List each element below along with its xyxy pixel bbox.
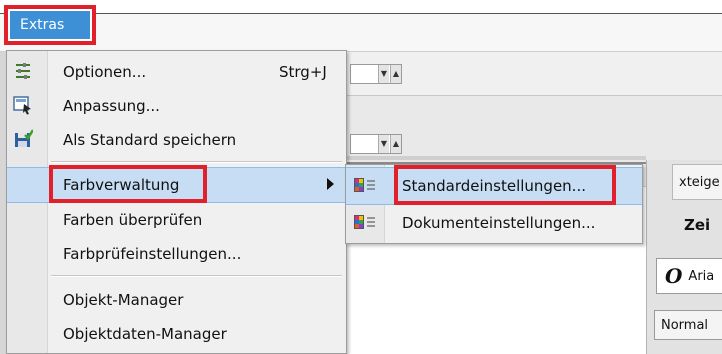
menubar — [0, 14, 722, 52]
menu-item-label: Objekt-Manager — [63, 291, 184, 309]
extras-dropdown-menu: Optionen... Strg+J Anpassung... Als Stan… — [6, 50, 347, 354]
spin-down-icon[interactable]: ▼ — [378, 65, 389, 83]
spin-up-icon[interactable]: ▲ — [390, 135, 401, 153]
menu-item-label: Farbprüfeinstellungen... — [63, 245, 242, 263]
spin-up-icon[interactable]: ▲ — [390, 65, 401, 83]
options-icon — [16, 63, 30, 79]
spin-down-icon[interactable]: ▼ — [378, 135, 389, 153]
customize-icon — [13, 96, 31, 115]
menu-item-label: Farben überprüfen — [63, 211, 203, 229]
menu-item-farben-ueberpruefen[interactable]: Farben überprüfen — [7, 203, 346, 237]
menu-item-label: Objektdaten-Manager — [63, 325, 227, 343]
extras-menu-button[interactable]: Extras — [4, 5, 96, 45]
color-settings-icon — [354, 215, 375, 229]
font-name: Aria — [688, 268, 715, 284]
menu-item-optionen[interactable]: Optionen... Strg+J — [7, 55, 346, 89]
window-top-strip — [0, 0, 722, 14]
menu-item-label: Anpassung... — [63, 97, 160, 115]
menu-item-objektdaten-manager[interactable]: Objektdaten-Manager — [7, 317, 346, 351]
menu-item-anpassung[interactable]: Anpassung... — [7, 89, 346, 123]
background-divider — [346, 156, 646, 160]
menu-item-label: Als Standard speichern — [63, 131, 237, 149]
spin-field-1[interactable]: ▼ ▲ — [350, 64, 402, 84]
annotation-highlight-box — [49, 165, 207, 203]
docker-heading: Zei — [684, 216, 711, 234]
background-toolbar: ▼ ▲ — [346, 52, 722, 96]
submenu-item-label: Dokumenteinstellungen... — [402, 214, 596, 232]
menu-item-objekt-manager[interactable]: Objekt-Manager — [7, 283, 346, 317]
menu-item-label: Optionen... — [63, 63, 147, 81]
docker-tab[interactable]: xteige — [672, 164, 722, 200]
annotation-highlight-box — [394, 165, 616, 205]
menu-item-farbpruefeinstellungen[interactable]: Farbprüfeinstellungen... — [7, 237, 346, 271]
font-style-value: Normal — [661, 317, 709, 333]
font-type-icon: O — [665, 264, 683, 288]
menu-item-shortcut: Strg+J — [279, 63, 327, 81]
submenu-arrow-icon — [327, 178, 334, 190]
font-selector[interactable]: O Aria — [656, 258, 722, 294]
farbverwaltung-submenu: Standardeinstellungen... Dokumenteinstel… — [345, 164, 643, 244]
extras-menu-label: Extras — [10, 11, 90, 39]
color-settings-icon — [354, 178, 375, 192]
menu-item-als-standard-speichern[interactable]: Als Standard speichern — [7, 123, 346, 157]
font-style-selector[interactable]: Normal — [654, 310, 722, 340]
spin-field-2[interactable]: ▼ ▲ — [350, 134, 402, 154]
docker-tab-label: xteige — [679, 174, 720, 190]
menu-separator — [51, 275, 342, 277]
menu-separator — [51, 161, 342, 163]
submenu-item-dokumenteinstellungen[interactable]: Dokumenteinstellungen... — [346, 205, 642, 241]
save-default-icon — [15, 129, 33, 147]
